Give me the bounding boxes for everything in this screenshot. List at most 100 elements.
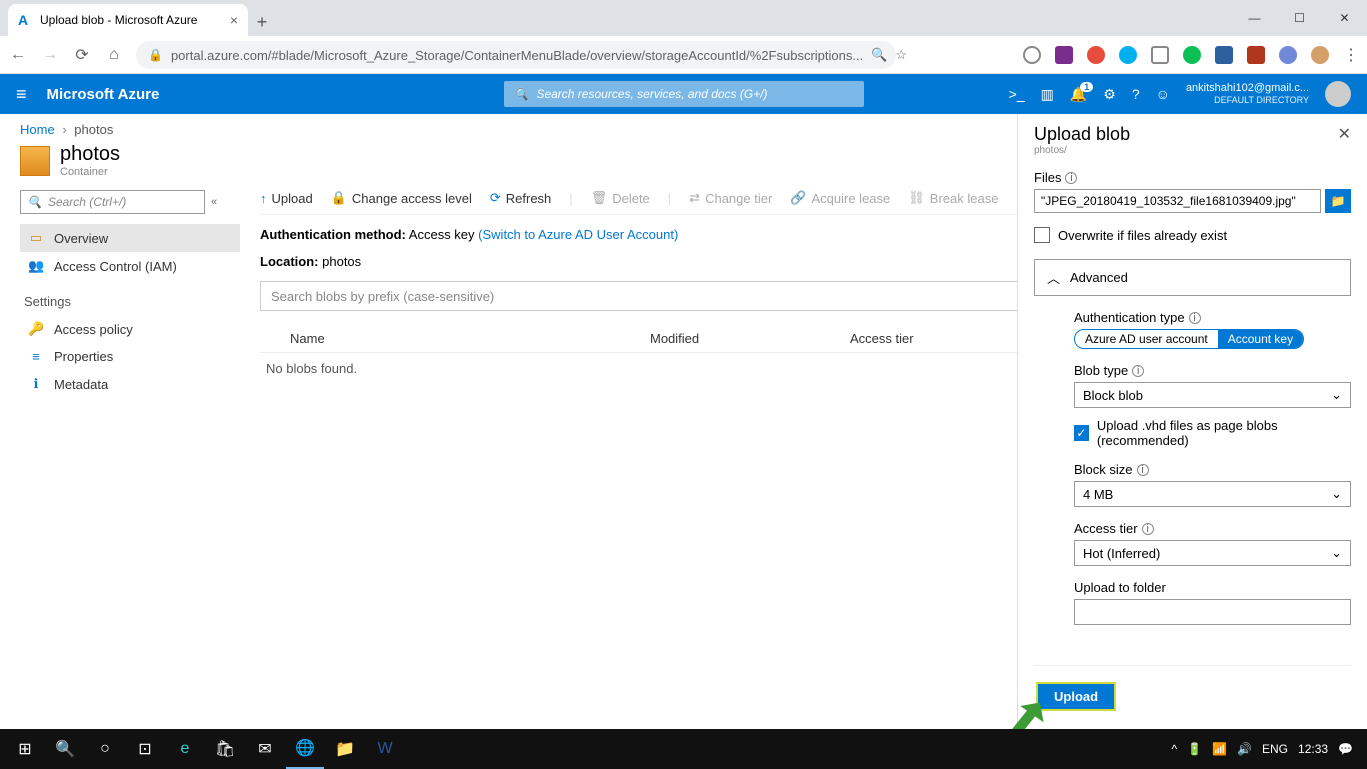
user-info[interactable]: ankitshahi102@gmail.c... DEFAULT DIRECTO… [1186, 82, 1309, 106]
info-icon[interactable]: i [1132, 365, 1144, 377]
menu-icon[interactable]: ⋮ [1343, 45, 1359, 65]
th-name[interactable]: Name [260, 331, 650, 346]
ext-icon[interactable] [1055, 46, 1073, 64]
ext-icon[interactable] [1183, 46, 1201, 64]
info-icon[interactable]: i [1137, 464, 1149, 476]
upload-folder-input[interactable] [1074, 599, 1351, 625]
sidebar-item-metadata[interactable]: ℹ Metadata [20, 370, 240, 398]
overview-icon: ▭ [28, 230, 44, 246]
azure-brand[interactable]: Microsoft Azure [47, 86, 160, 103]
auth-azure-ad-option[interactable]: Azure AD user account [1075, 330, 1218, 348]
settings-icon[interactable]: ⚙ [1103, 86, 1116, 103]
search-icon[interactable]: 🔍 [46, 729, 84, 769]
chrome-icon[interactable]: 🌐 [286, 729, 324, 769]
change-access-button[interactable]: 🔒Change access level [331, 190, 472, 206]
page-subtitle: Container [60, 166, 120, 178]
edge-icon[interactable]: e [166, 729, 204, 769]
info-icon[interactable]: i [1065, 172, 1077, 184]
auth-account-key-option[interactable]: Account key [1218, 330, 1303, 348]
upload-blob-panel: Upload blob photos/ ✕ Files i 📁 Overwrit… [1017, 114, 1367, 729]
avatar[interactable] [1325, 81, 1351, 107]
directory-icon[interactable]: ▥ [1041, 86, 1054, 103]
ext-icon[interactable] [1151, 46, 1169, 64]
lang-indicator[interactable]: ENG [1262, 742, 1288, 756]
close-icon[interactable]: × [230, 12, 238, 28]
upload-icon: ↑ [260, 191, 267, 206]
taskview-icon[interactable]: ⊡ [126, 729, 164, 769]
cloud-shell-icon[interactable]: >_ [1009, 86, 1025, 102]
ext-icon[interactable] [1087, 46, 1105, 64]
volume-icon[interactable]: 🔊 [1237, 742, 1252, 756]
window-controls: — ☐ ✕ [1232, 0, 1367, 36]
hamburger-icon[interactable]: ≡ [16, 84, 27, 105]
minimize-button[interactable]: — [1232, 0, 1277, 36]
new-tab-button[interactable]: + [248, 8, 276, 36]
files-input[interactable] [1034, 189, 1321, 213]
page-title: photos [60, 143, 120, 166]
maximize-button[interactable]: ☐ [1277, 0, 1322, 36]
azure-favicon: A [18, 12, 34, 28]
tray-chevron-icon[interactable]: ^ [1172, 742, 1178, 756]
chevron-down-icon: ⌄ [1331, 486, 1342, 502]
bookmark-icon[interactable]: ☆ [895, 47, 907, 63]
info-icon[interactable]: i [1142, 523, 1154, 535]
vhd-checkbox[interactable]: ✓ [1074, 425, 1089, 441]
sidebar-item-label: Access policy [54, 322, 133, 337]
sidebar-item-overview[interactable]: ▭ Overview [20, 224, 240, 252]
auth-type-toggle[interactable]: Azure AD user account Account key [1074, 329, 1304, 349]
help-icon[interactable]: ? [1132, 86, 1140, 102]
refresh-button[interactable]: ⟳Refresh [490, 190, 551, 206]
battery-icon[interactable]: 🔋 [1187, 742, 1202, 756]
collapse-icon[interactable]: « [211, 196, 217, 208]
overwrite-checkbox-row[interactable]: Overwrite if files already exist [1034, 227, 1351, 243]
acquire-lease-button: 🔗Acquire lease [790, 190, 890, 206]
feedback-icon[interactable]: ☺ [1156, 86, 1170, 102]
sidebar-item-properties[interactable]: ≡ Properties [20, 343, 240, 370]
cortana-icon[interactable]: ○ [86, 729, 124, 769]
store-icon[interactable]: 🛍 [206, 729, 244, 769]
ext-icon[interactable] [1247, 46, 1265, 64]
notifications-icon[interactable]: 🔔1 [1070, 86, 1087, 103]
sidebar-item-label: Metadata [54, 377, 108, 392]
browser-tab[interactable]: A Upload blob - Microsoft Azure × [8, 4, 248, 36]
block-size-select[interactable]: 4 MB ⌄ [1074, 481, 1351, 507]
access-tier-select[interactable]: Hot (Inferred) ⌄ [1074, 540, 1351, 566]
mail-icon[interactable]: ✉ [246, 729, 284, 769]
explorer-icon[interactable]: 📁 [326, 729, 364, 769]
action-center-icon[interactable]: 💬 [1338, 742, 1353, 756]
profile-avatar[interactable] [1311, 46, 1329, 64]
advanced-toggle[interactable]: ︿ Advanced [1034, 259, 1351, 296]
upload-button[interactable]: ↑Upload [260, 191, 313, 206]
close-panel-button[interactable]: ✕ [1338, 124, 1351, 144]
sidebar-item-access-policy[interactable]: 🔑 Access policy [20, 315, 240, 343]
global-search[interactable]: 🔍 Search resources, services, and docs (… [504, 81, 864, 107]
reload-button[interactable]: ⟳ [72, 45, 92, 65]
url-text: portal.azure.com/#blade/Microsoft_Azure_… [171, 48, 863, 63]
close-window-button[interactable]: ✕ [1322, 0, 1367, 36]
th-modified[interactable]: Modified [650, 331, 850, 346]
clock[interactable]: 12:33 [1298, 742, 1328, 756]
forward-button[interactable]: → [40, 46, 60, 64]
info-icon[interactable]: i [1189, 312, 1201, 324]
wifi-icon[interactable]: 📶 [1212, 742, 1227, 756]
blob-type-select[interactable]: Block blob ⌄ [1074, 382, 1351, 408]
browse-files-button[interactable]: 📁 [1325, 189, 1351, 213]
start-button[interactable]: ⊞ [6, 729, 44, 769]
search-in-page-icon[interactable]: 🔍 [871, 47, 887, 63]
vhd-checkbox-row[interactable]: ✓ Upload .vhd files as page blobs (recom… [1074, 418, 1351, 448]
lease-icon: 🔗 [790, 190, 806, 206]
breadcrumb-home[interactable]: Home [20, 122, 55, 137]
overwrite-checkbox[interactable] [1034, 227, 1050, 243]
home-button[interactable]: ⌂ [104, 46, 124, 64]
switch-auth-link[interactable]: (Switch to Azure AD User Account) [478, 227, 678, 242]
ext-icon[interactable] [1023, 46, 1041, 64]
sidebar-search[interactable]: 🔍 Search (Ctrl+/) [20, 190, 205, 214]
url-bar[interactable]: 🔒 portal.azure.com/#blade/Microsoft_Azur… [136, 41, 896, 69]
word-icon[interactable]: W [366, 729, 404, 769]
back-button[interactable]: ← [8, 46, 28, 64]
ext-icon[interactable] [1279, 46, 1297, 64]
ext-icon[interactable] [1215, 46, 1233, 64]
ext-icon[interactable] [1119, 46, 1137, 64]
label-text: Access tier [1074, 521, 1138, 536]
sidebar-item-access-control[interactable]: 👥 Access Control (IAM) [20, 252, 240, 280]
